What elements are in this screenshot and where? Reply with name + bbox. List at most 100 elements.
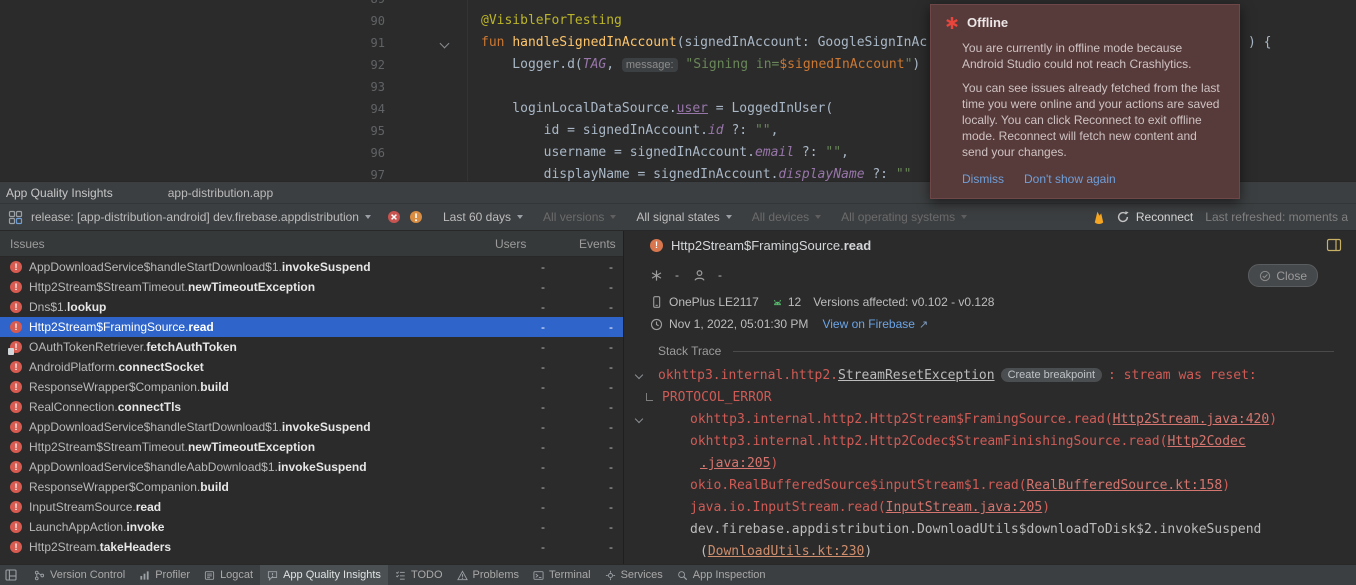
close-issue-button[interactable]: Close	[1248, 264, 1318, 287]
warning-filter-icon[interactable]	[409, 210, 423, 224]
issue-events-count: -	[565, 340, 623, 354]
issue-label: ResponseWrapper$Companion.build	[29, 480, 495, 494]
stack-trace-section: Stack Trace	[624, 341, 1356, 361]
tab-profiler[interactable]: Profiler	[132, 565, 197, 585]
filter-label: All signal states	[636, 210, 719, 224]
stack-file-link[interactable]: Http2Stream.java:420	[1113, 412, 1270, 427]
stack-frame-text: okhttp3.internal.http2.	[658, 368, 838, 383]
create-breakpoint-hint[interactable]: Create breakpoint	[1001, 368, 1102, 382]
popup-paragraph: You are currently in offline mode becaus…	[962, 40, 1225, 72]
issue-users-count: -	[495, 480, 565, 494]
issue-row[interactable]: ! AppDownloadService$handleAabDownload$1.…	[0, 457, 623, 477]
crash-issue-icon: !	[10, 461, 22, 473]
fold-chevron-icon[interactable]	[635, 415, 643, 423]
issue-users-count: -	[495, 260, 565, 274]
issue-row[interactable]: !Http2Stream.takeHeaders--	[0, 537, 623, 557]
tab-logcat[interactable]: Logcat	[197, 565, 260, 585]
issue-row[interactable]: !InputStreamSource.read--	[0, 497, 623, 517]
issue-row[interactable]: !Dns$1.lookup--	[0, 297, 623, 317]
android-icon	[771, 296, 784, 308]
crash-issue-icon: !	[10, 521, 22, 533]
filter-dropdown-all-versions[interactable]: All versions	[543, 210, 616, 224]
stack-file-link[interactable]: StreamResetException	[838, 368, 995, 383]
issue-row[interactable]: !Http2Stream$StreamTimeout.newTimeoutExc…	[0, 277, 623, 297]
dismiss-link[interactable]: Dismiss	[962, 172, 1004, 186]
issue-label: AppDownloadService$handleAabDownload$1.i…	[29, 460, 495, 474]
issue-events-count: -	[565, 260, 623, 274]
issue-title-prefix: Http2Stream$FramingSource.	[671, 238, 844, 253]
tab-todo[interactable]: TODO	[388, 565, 450, 585]
crash-issue-icon: !	[10, 421, 22, 433]
code-text: loginLocalDataSource.user = LoggedInUser…	[481, 98, 833, 120]
stack-frame: .java:205)	[624, 453, 1356, 475]
issue-row[interactable]: !RealConnection.connectTls--	[0, 397, 623, 417]
reconnect-button[interactable]: Reconnect	[1136, 210, 1193, 224]
issue-events-count: -	[565, 520, 623, 534]
tab-app-quality-insights[interactable]: App Quality Insights	[260, 565, 388, 585]
error-filter-icon[interactable]	[387, 210, 401, 224]
issue-label: Http2Stream.takeHeaders	[29, 540, 495, 554]
stack-trace-title: Stack Trace	[658, 344, 721, 358]
stack-frame-text: )	[864, 544, 872, 559]
stack-file-link[interactable]: RealBufferedSource.kt:158	[1027, 478, 1223, 493]
filter-dropdown-last-60-days[interactable]: Last 60 days	[443, 210, 523, 224]
crash-issue-icon: !	[10, 281, 22, 293]
issue-label: InputStreamSource.read	[29, 500, 495, 514]
issue-row[interactable]: !Http2Stream$FramingSource.read--	[0, 317, 623, 337]
filter-dropdown-all-devices[interactable]: All devices	[752, 210, 821, 224]
crash-issue-icon: !	[10, 301, 22, 313]
offline-notification: Offline You are currently in offline mod…	[930, 4, 1240, 199]
issue-events-count: -	[565, 480, 623, 494]
tab-app-distribution[interactable]: app-distribution.app	[168, 186, 273, 200]
fold-chevron-icon[interactable]	[635, 371, 643, 379]
issue-row[interactable]: !ResponseWrapper$Companion.build--	[0, 477, 623, 497]
issue-row[interactable]: !Http2Stream$StreamTimeout.newTimeoutExc…	[0, 437, 623, 457]
layout-settings-icon[interactable]	[1326, 237, 1342, 253]
issue-row[interactable]: !AppDownloadService$handleStartDownload$…	[0, 257, 623, 277]
issue-events-count: -	[565, 280, 623, 294]
tool-window-stripe-icon[interactable]	[5, 569, 17, 581]
release-selector[interactable]: release: [app-distribution-android] dev.…	[31, 210, 371, 224]
stack-file-link[interactable]: DownloadUtils.kt:230	[708, 544, 865, 559]
reconnect-icon[interactable]	[1116, 210, 1130, 224]
tab-app-inspection[interactable]: App Inspection	[670, 565, 773, 585]
issue-row[interactable]: !OAuthTokenRetriever.fetchAuthToken--	[0, 337, 623, 357]
device-name: OnePlus LE2117	[669, 295, 759, 309]
fold-chevron-icon[interactable]	[440, 39, 450, 49]
filter-dropdown-all-signal-states[interactable]: All signal states	[636, 210, 731, 224]
versions-affected: Versions affected: v0.102 - v0.128	[813, 295, 994, 309]
filter-label: All versions	[543, 210, 604, 224]
issue-row[interactable]: !AndroidPlatform.connectSocket--	[0, 357, 623, 377]
toolbar-right-group: Reconnect Last refreshed: moments a	[1092, 210, 1348, 225]
issue-time-row: Nov 1, 2022, 05:01:30 PM View on Firebas…	[624, 313, 1356, 335]
stack-file-link[interactable]: .java:205	[700, 456, 770, 471]
chevron-down-icon	[517, 215, 523, 219]
issue-row[interactable]: !LaunchAppAction.invoke--	[0, 517, 623, 537]
stack-file-link[interactable]: InputStream.java:205	[886, 500, 1043, 515]
column-events: Events	[565, 237, 623, 251]
crash-issue-icon: !	[10, 361, 22, 373]
issue-row[interactable]: ! AppDownloadService$handleStartDownload$…	[0, 417, 623, 437]
issue-row[interactable]: !ResponseWrapper$Companion.build--	[0, 377, 623, 397]
tab-version-control[interactable]: Version Control	[27, 565, 132, 585]
filter-dropdown-all-operating-systems[interactable]: All operating systems	[841, 210, 967, 224]
issue-label: Http2Stream$FramingSource.read	[29, 320, 495, 334]
issue-label: AppDownloadService$handleStartDownload$1…	[29, 260, 495, 274]
app-inspection-icon	[677, 570, 688, 581]
tab-terminal[interactable]: Terminal	[526, 565, 598, 585]
tab-services[interactable]: Services	[598, 565, 670, 585]
crash-issue-icon: !	[10, 381, 22, 393]
issues-table: Issues Users Events !AppDownloadService$…	[0, 231, 624, 564]
issue-details: ! Http2Stream$FramingSource.read	[624, 231, 1356, 564]
check-circle-icon	[1259, 270, 1271, 282]
code-text: @VisibleForTesting	[481, 10, 622, 32]
filter-label: All operating systems	[841, 210, 955, 224]
issue-label: AppDownloadService$handleStartDownload$1…	[29, 420, 495, 434]
issue-users-count: -	[495, 500, 565, 514]
tab-label: App Quality Insights	[283, 569, 381, 581]
dont-show-again-link[interactable]: Don't show again	[1024, 172, 1116, 186]
crash-issue-icon: !	[10, 321, 22, 333]
stack-file-link[interactable]: Http2Codec	[1167, 434, 1245, 449]
view-on-firebase-link[interactable]: View on Firebase	[822, 317, 915, 331]
tab-problems[interactable]: Problems	[450, 565, 526, 585]
